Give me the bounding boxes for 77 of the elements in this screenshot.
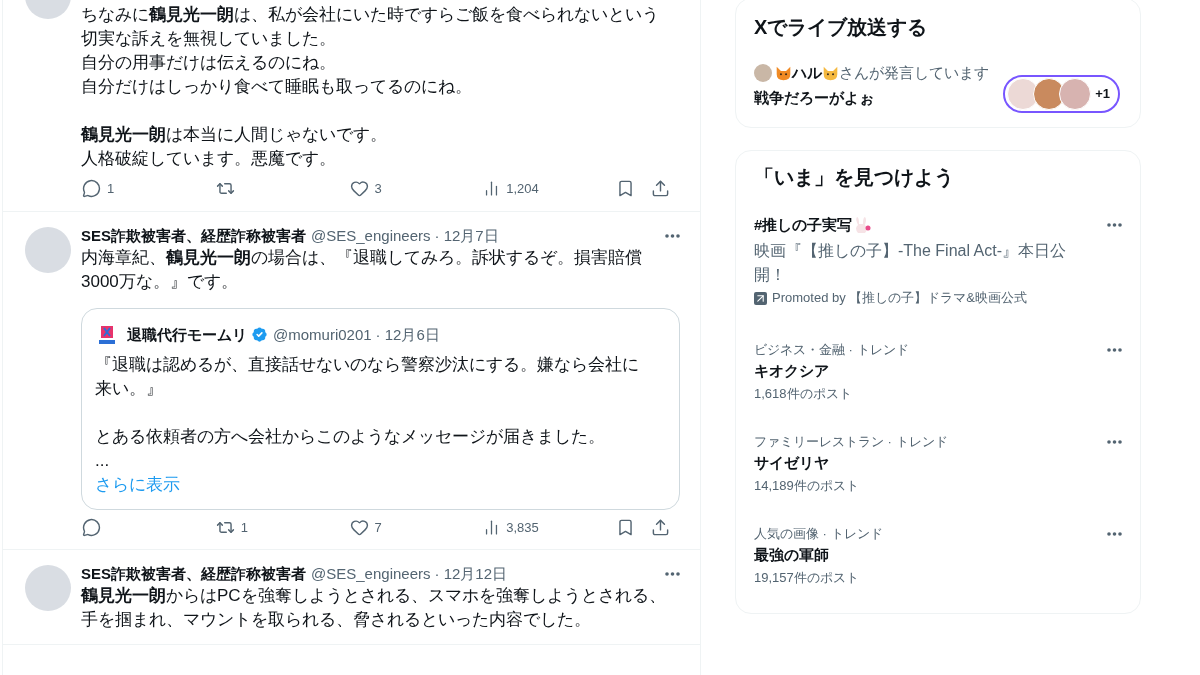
quoted-text-line: 来い。』: [95, 377, 164, 400]
reply-button[interactable]: 1: [82, 179, 115, 199]
post-date[interactable]: · 12月6日: [375, 324, 440, 345]
post-count: 1,618件のポスト: [754, 385, 853, 403]
trend-item[interactable]: ビジネス・金融 · トレンド キオクシア 1,618件のポスト: [736, 317, 1140, 409]
share-button[interactable]: [651, 179, 670, 199]
heart-icon: [349, 179, 369, 199]
ellipsis-icon: [1107, 223, 1122, 227]
trend-description: 映画『【推しの子】-The Final Act-』本日公開！: [754, 241, 1068, 285]
quoted-text-line: とある依頼者の方へ会社からこのようなメッセージが届きました。: [95, 425, 606, 448]
card-title: Xでライブ放送する: [754, 15, 929, 40]
ellipsis-icon: [1107, 440, 1122, 444]
post-date[interactable]: · 12月7日: [434, 225, 499, 246]
avatar: [1059, 78, 1092, 110]
trend-name: サイゼリヤ: [754, 453, 830, 473]
more-button[interactable]: [665, 572, 680, 576]
more-button[interactable]: [1107, 532, 1122, 536]
speaking-label: さんが発言しています: [839, 63, 989, 83]
ellipsis-icon: [1107, 532, 1122, 536]
trend-item[interactable]: 人気の画像 · トレンド 最強の軍師 19,157件のポスト: [736, 501, 1140, 593]
post-text-line: 自分の用事だけは伝えるのにね。: [81, 52, 337, 74]
post-count: 14,189件のポスト: [754, 477, 860, 495]
promoted-icon: [754, 291, 767, 305]
heart-icon: [349, 517, 369, 537]
card-title: 「いま」を見つけよう: [753, 165, 955, 190]
post-text-line: 人格破綻しています。悪魔です。: [81, 148, 337, 170]
views-button[interactable]: 1,204: [483, 179, 539, 199]
trend-context: ファミリーレストラン · トレンド: [754, 433, 948, 451]
bookmark-button[interactable]: [616, 517, 635, 537]
post-text-line: 自分だけはしっかり食べて睡眠も取ってるのにね。: [81, 76, 473, 98]
quoted-post[interactable]: 退職代行モームリ @momuri0201 · 12月6日 『退職は認めるが、直接話せないのなら警察沙汰にする。嫌なら会社に 来い。』 とある依頼者の方へ会社からこのようなメッセージが届きました。 ... さらに表示: [81, 307, 680, 510]
listeners-button[interactable]: +1: [1003, 75, 1120, 113]
reply-icon: [82, 179, 101, 199]
post-date[interactable]: · 12月12日: [434, 564, 508, 584]
post-text-line: 内海章紀、鶴見光一朗の場合は、『退職してみろ。訴状するぞ。損害賠償: [81, 246, 643, 269]
quoted-text-line: 『退職は認めるが、直接話せないのなら警察沙汰にする。嫌なら会社に: [95, 353, 640, 376]
post-text-line: 切実な訴えを無視していました。: [81, 28, 337, 50]
trend-name: 最強の軍師: [754, 545, 830, 565]
space-topic[interactable]: 戦争だろーがよぉ: [754, 87, 874, 109]
promoted-by: Promoted by 【推しの子】ドラマ&映画公式: [772, 289, 1027, 307]
quoted-text-line: ...: [95, 449, 111, 472]
ellipsis-icon: [1107, 348, 1122, 352]
more-button[interactable]: [665, 233, 680, 238]
post-count: 19,157件のポスト: [754, 569, 860, 587]
more-button[interactable]: [1107, 223, 1122, 227]
trend-name: キオクシア: [754, 361, 830, 381]
post-text-line: 3000万な。』です。: [81, 270, 239, 293]
ellipsis-icon: [665, 233, 680, 238]
trend-context: ビジネス・金融 · トレンド: [754, 341, 909, 359]
repost-button[interactable]: 1: [215, 517, 248, 537]
trend-item[interactable]: #推しの子実写 映画『【推しの子】-The Final Act-』本日公開！ Promoted by 【推しの子】ドラマ&映画公式: [736, 205, 1140, 317]
trend-name: #推しの子実写: [754, 215, 853, 235]
author-handle[interactable]: @SES_engineers: [311, 564, 431, 584]
cat-face-icon: [822, 64, 839, 82]
views-button[interactable]: 3,835: [483, 517, 539, 537]
ellipsis-icon: [665, 572, 680, 576]
reply-button[interactable]: [82, 517, 101, 537]
bookmark-button[interactable]: [616, 179, 635, 199]
speaker-name: ハル: [792, 63, 822, 83]
post-text-line: ちなみに鶴見光一朗は、私が会社にいた時ですらご飯を食べられないという: [81, 4, 660, 26]
trend-item[interactable]: ファミリーレストラン · トレンド サイゼリヤ 14,189件のポスト: [736, 409, 1140, 501]
author-name[interactable]: SES詐欺被害者、経歴詐称被害者: [81, 225, 306, 246]
author-name[interactable]: 退職代行モームリ: [127, 324, 247, 345]
author-name[interactable]: SES詐欺被害者、経歴詐称被害者: [81, 564, 306, 584]
more-button[interactable]: [1107, 440, 1122, 444]
avatar: [754, 64, 772, 82]
post-text-line: 手を掴まれ、マウントを取られる、脅されるといった内容でした。: [81, 609, 592, 631]
post-text-line: 鶴見光一朗からはPCを強奪しようとされる、スマホを強奪しようとされる、: [81, 585, 667, 607]
trend-context: 人気の画像 · トレンド: [754, 525, 883, 543]
more-button[interactable]: [1107, 348, 1122, 352]
share-button[interactable]: [651, 517, 670, 537]
like-button[interactable]: 7: [349, 517, 382, 537]
reply-icon: [82, 517, 101, 537]
like-button[interactable]: 3: [349, 179, 382, 199]
author-handle[interactable]: @SES_engineers: [311, 225, 431, 246]
post-text-line: 鶴見光一朗は本当に人間じゃないです。: [81, 124, 388, 146]
author-handle[interactable]: @momuri0201: [273, 324, 372, 345]
